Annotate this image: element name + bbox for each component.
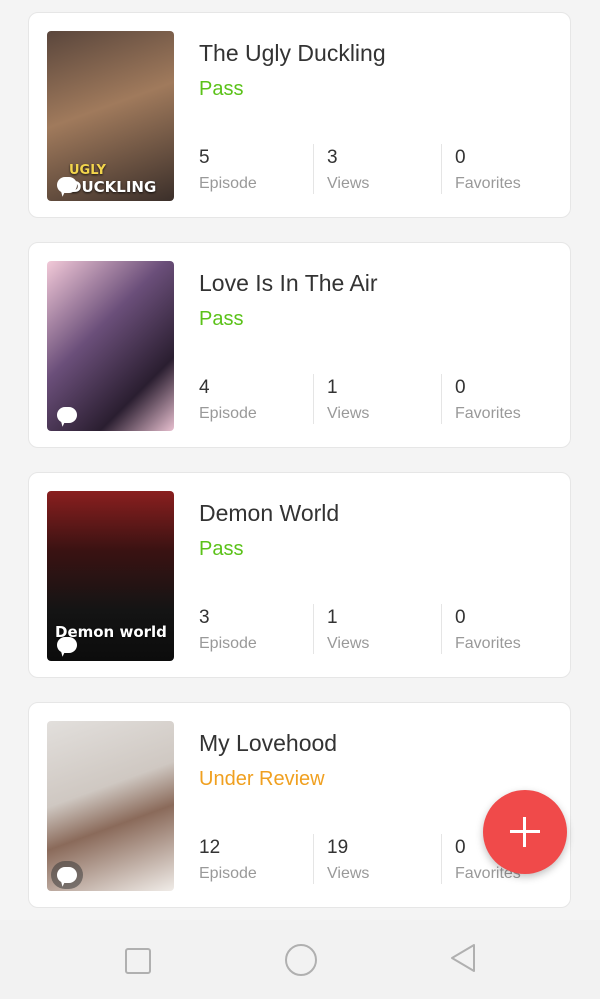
- divider: [313, 374, 314, 424]
- drama-title: My Lovehood: [199, 730, 338, 756]
- views-count: 3: [327, 147, 338, 168]
- comment-icon: [57, 867, 77, 883]
- status-badge: Pass: [199, 308, 244, 330]
- drama-card[interactable]: UGLY DUCKLING The Ugly Duckling Pass 5 E…: [28, 12, 571, 218]
- drama-cover[interactable]: Demon world: [47, 491, 174, 661]
- status-badge: Pass: [199, 78, 244, 100]
- drama-card[interactable]: My Lovehood Under Review 12 Episode 19 V…: [28, 702, 571, 908]
- comment-icon: [57, 407, 77, 423]
- divider: [313, 834, 314, 884]
- views-count: 19: [327, 837, 349, 858]
- divider: [313, 144, 314, 194]
- drama-cover[interactable]: UGLY DUCKLING: [47, 31, 174, 201]
- episode-label: Episode: [199, 405, 257, 422]
- divider: [441, 604, 442, 654]
- episode-label: Episode: [199, 635, 257, 652]
- views-label: Views: [327, 865, 370, 882]
- stat-favorites: 0 Favorites: [455, 377, 565, 423]
- drama-card[interactable]: Demon world Demon World Pass 3 Episode 1…: [28, 472, 571, 678]
- views-count: 1: [327, 377, 338, 398]
- episode-count: 12: [199, 837, 221, 858]
- drama-title: The Ugly Duckling: [199, 40, 386, 66]
- stat-episodes: 4 Episode: [199, 377, 309, 423]
- divider: [313, 604, 314, 654]
- stat-views: 19 Views: [327, 837, 437, 883]
- cover-caption: UGLY DUCKLING: [69, 163, 156, 195]
- divider: [441, 144, 442, 194]
- favorites-count: 0: [455, 147, 466, 168]
- home-circle-icon[interactable]: [285, 944, 317, 976]
- favorites-label: Favorites: [455, 175, 521, 192]
- episode-count: 4: [199, 377, 210, 398]
- cover-caption-bottom: DUCKLING: [69, 178, 157, 196]
- stat-favorites: 0 Favorites: [455, 607, 565, 653]
- status-badge: Pass: [199, 538, 244, 560]
- favorites-label: Favorites: [455, 635, 521, 652]
- recent-apps-square-icon[interactable]: [125, 948, 151, 974]
- back-triangle-icon[interactable]: [448, 942, 478, 974]
- favorites-label: Favorites: [455, 405, 521, 422]
- status-badge: Under Review: [199, 768, 325, 790]
- drama-cover[interactable]: [47, 261, 174, 431]
- add-drama-button[interactable]: [483, 790, 567, 874]
- cover-caption-top: UGLY: [69, 163, 106, 178]
- episode-count: 3: [199, 607, 210, 628]
- views-label: Views: [327, 405, 370, 422]
- stat-episodes: 5 Episode: [199, 147, 309, 193]
- views-count: 1: [327, 607, 338, 628]
- episode-label: Episode: [199, 865, 257, 882]
- favorites-count: 0: [455, 607, 466, 628]
- divider: [441, 374, 442, 424]
- favorites-count: 0: [455, 377, 466, 398]
- episode-count: 5: [199, 147, 210, 168]
- stat-views: 1 Views: [327, 607, 437, 653]
- comment-icon: [57, 177, 77, 193]
- stat-episodes: 12 Episode: [199, 837, 309, 883]
- drama-card[interactable]: Love Is In The Air Pass 4 Episode 1 View…: [28, 242, 571, 448]
- views-label: Views: [327, 635, 370, 652]
- drama-title: Demon World: [199, 500, 340, 526]
- stat-episodes: 3 Episode: [199, 607, 309, 653]
- drama-cover[interactable]: [47, 721, 174, 891]
- comment-icon: [57, 637, 77, 653]
- divider: [441, 834, 442, 884]
- episode-label: Episode: [199, 175, 257, 192]
- stat-favorites: 0 Favorites: [455, 147, 565, 193]
- stat-views: 3 Views: [327, 147, 437, 193]
- stat-views: 1 Views: [327, 377, 437, 423]
- views-label: Views: [327, 175, 370, 192]
- system-nav-bar: [0, 920, 600, 999]
- drama-title: Love Is In The Air: [199, 270, 378, 296]
